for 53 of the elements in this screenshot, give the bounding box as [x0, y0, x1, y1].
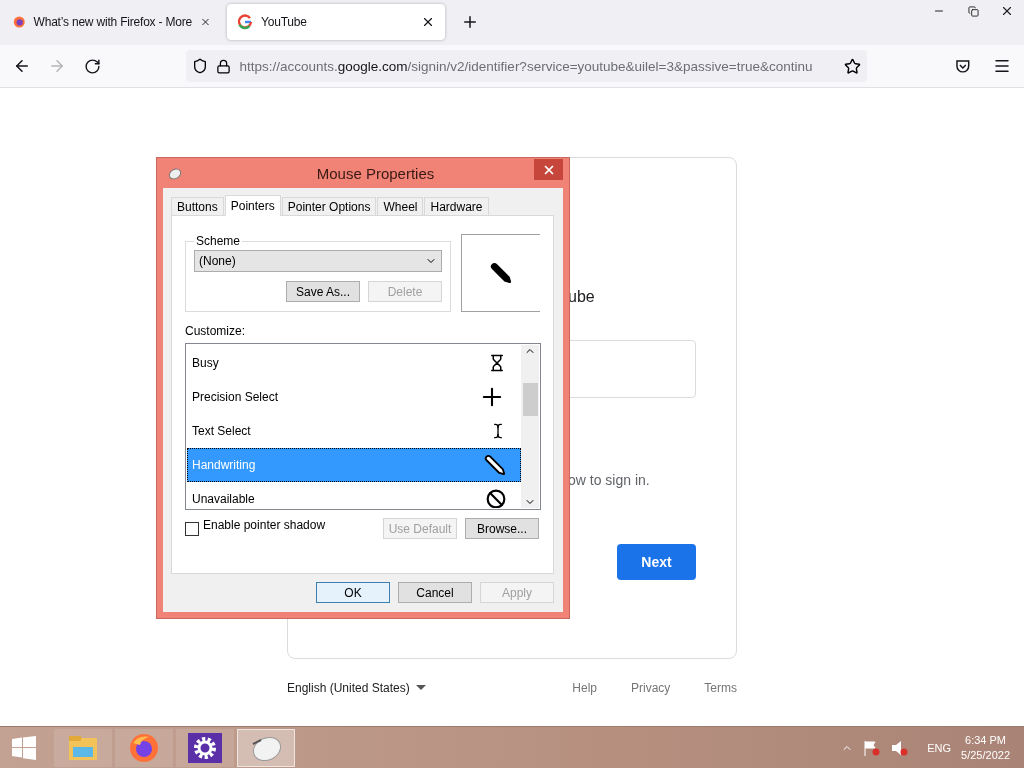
checkbox[interactable] — [185, 521, 199, 536]
pointer-button[interactable]: Browse... — [465, 518, 539, 539]
firefox-icon — [129, 732, 159, 763]
customize-label: Customize: — [185, 324, 247, 338]
footer-link[interactable]: Privacy — [631, 681, 671, 695]
dialog-tab[interactable]: Hardware — [424, 197, 489, 215]
pointer-row[interactable]: Text Select — [187, 414, 521, 448]
mouse-icon — [166, 166, 182, 180]
lock-icon — [216, 58, 232, 74]
pointer-row[interactable]: Busy — [187, 346, 521, 380]
checkbox-label: Enable pointer shadow — [203, 518, 327, 532]
start-icon[interactable] — [12, 735, 36, 760]
scrollbar-thumb[interactable] — [522, 383, 538, 416]
dialog-tab[interactable]: Wheel — [377, 197, 424, 215]
footer-link[interactable]: Help — [572, 681, 597, 695]
footer-link[interactable]: Terms — [704, 681, 737, 695]
tab-title: What’s new with Firefox - More — [33, 15, 193, 29]
window-title: Mouse Properties — [316, 164, 435, 182]
pointer-row[interactable]: Precision Select — [187, 380, 521, 414]
pointer-row[interactable]: Unavailable — [187, 482, 521, 508]
close-button[interactable] — [534, 159, 563, 180]
google-icon — [237, 14, 253, 30]
address-bar[interactable]: https://accounts.google.com/signin/v2/identifier?service=youtube&uilel=3&passive=true&continu — [186, 50, 867, 82]
gear-icon — [188, 732, 222, 763]
bookmark-star-icon[interactable] — [843, 57, 861, 75]
speaker-muted-icon[interactable] — [891, 739, 910, 756]
browser-tab[interactable]: YouTube — [227, 4, 445, 40]
dialog-button[interactable]: OK — [316, 582, 390, 603]
url-text: https://accounts.google.com/signin/v2/identifier?service=youtube&uilel=3&passive=true&continu — [239, 58, 814, 74]
scrollbar[interactable] — [521, 345, 539, 508]
dialog-tab[interactable]: Pointer Options — [281, 197, 377, 215]
close-icon[interactable] — [421, 15, 435, 29]
taskbar-app[interactable] — [176, 728, 234, 767]
tab-title: YouTube — [261, 15, 308, 29]
next-button[interactable]: Next — [617, 544, 696, 580]
scheme-dropdown[interactable]: (None) — [194, 250, 442, 272]
language-selector[interactable]: English (United States) — [287, 681, 539, 695]
dialog-tab[interactable]: Buttons — [171, 197, 224, 215]
pocket-icon[interactable] — [954, 58, 971, 74]
folder-icon — [68, 734, 98, 761]
caret-down-icon — [415, 685, 426, 691]
unavailable-icon — [486, 489, 506, 508]
dialog-button[interactable]: Cancel — [398, 582, 472, 603]
flag-icon[interactable] — [863, 739, 882, 756]
hourglass-icon — [488, 354, 506, 372]
shield-icon — [192, 58, 209, 74]
browser-tab[interactable]: What’s new with Firefox - More — [3, 4, 221, 40]
pen-icon — [484, 454, 506, 476]
pen-icon — [490, 262, 512, 284]
scheme-button[interactable]: Save As... — [286, 281, 360, 302]
dialog-tab[interactable]: Pointers — [224, 195, 281, 216]
group-label: Scheme — [195, 234, 242, 248]
firefox-icon — [13, 14, 26, 30]
